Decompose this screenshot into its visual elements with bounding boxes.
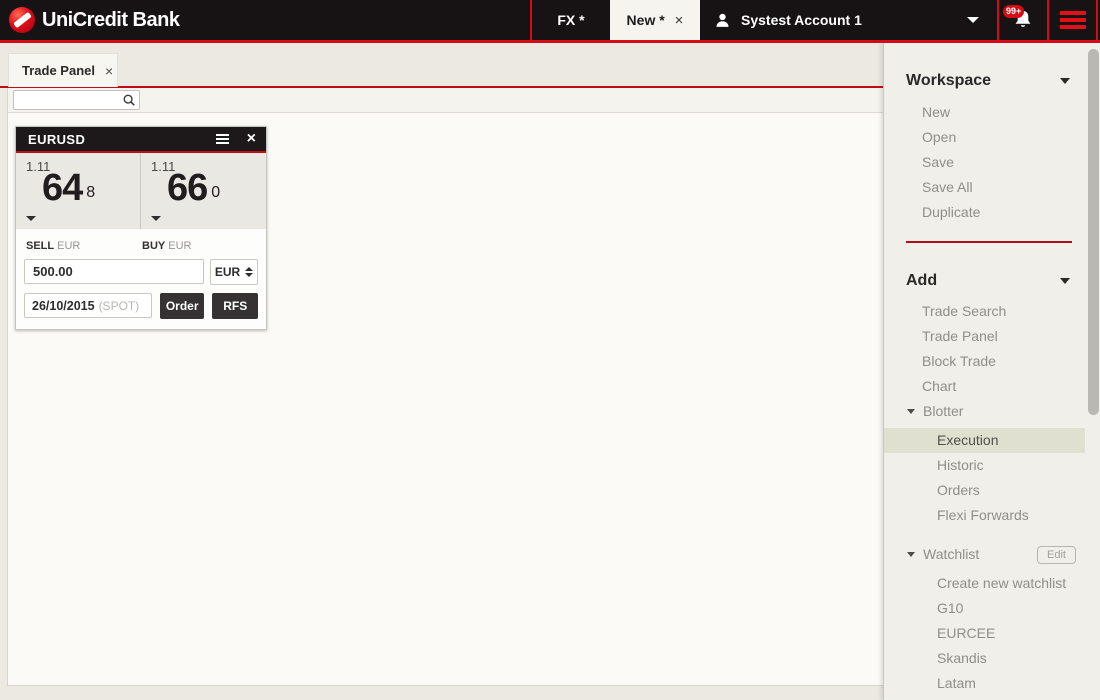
- add-section-title: Add: [906, 272, 937, 290]
- workspace-section-header[interactable]: Workspace: [884, 65, 1100, 97]
- search-icon: [122, 93, 136, 107]
- tab-trade-panel-label: Trade Panel: [22, 63, 95, 78]
- sidebar-group-watchlist[interactable]: Watchlist Edit: [884, 542, 1100, 567]
- sell-side-label: SELLEUR: [26, 240, 142, 252]
- sidebar-item-new[interactable]: New: [884, 100, 1100, 125]
- tenor-text: (SPOT): [99, 299, 140, 313]
- add-section-header[interactable]: Add: [884, 265, 1100, 297]
- amount-input[interactable]: [24, 259, 204, 284]
- brand-logo: UniCredit Bank: [9, 7, 179, 33]
- sidebar-scrollbar[interactable]: [1088, 49, 1099, 415]
- hamburger-menu-icon: [1060, 11, 1086, 29]
- sidebar-item-execution[interactable]: Execution: [884, 428, 1085, 453]
- sidebar-item-flexi-forwards[interactable]: Flexi Forwards: [884, 503, 1100, 528]
- buy-price-points: 66: [167, 167, 207, 209]
- rfs-button[interactable]: RFS: [212, 293, 258, 319]
- buy-action-text: BUY: [142, 240, 165, 252]
- workspace-tab-new-label: New *: [627, 12, 665, 28]
- logo-slash-shape: [13, 12, 32, 28]
- buy-side-label: BUYEUR: [142, 240, 258, 252]
- main-menu-button[interactable]: [1047, 0, 1098, 40]
- buy-price-button[interactable]: 1.11 660: [141, 153, 266, 229]
- close-icon[interactable]: ×: [247, 131, 256, 147]
- sidebar-item-duplicate[interactable]: Duplicate: [884, 200, 1100, 225]
- sell-price-button[interactable]: 1.11 648: [16, 153, 141, 229]
- instrument-search-box[interactable]: [13, 90, 140, 110]
- chevron-down-icon: [26, 216, 36, 221]
- spinner-icon: [245, 267, 253, 277]
- sell-action-text: SELL: [26, 240, 54, 252]
- sidebar-item-chart[interactable]: Chart: [884, 374, 1100, 399]
- add-section: Add Trade Search Trade Panel Block Trade…: [884, 265, 1100, 696]
- sidebar-item-historic[interactable]: Historic: [884, 453, 1100, 478]
- triangle-down-icon: [907, 409, 915, 414]
- tabs-accent-line: [0, 86, 884, 88]
- currency-pair-title: EURUSD: [28, 132, 216, 147]
- workspace-section: Workspace New Open Save Save All Duplica…: [884, 43, 1100, 225]
- value-date-text: 26/10/2015: [32, 299, 95, 313]
- workspace-section-title: Workspace: [906, 72, 991, 90]
- currency-select[interactable]: EUR: [210, 259, 258, 285]
- unicredit-logo-icon: [9, 7, 35, 33]
- sidebar-item-save[interactable]: Save: [884, 150, 1100, 175]
- chevron-down-icon: [967, 17, 979, 23]
- value-date-field[interactable]: 26/10/2015 (SPOT): [24, 293, 152, 318]
- buy-currency-text: EUR: [168, 240, 191, 252]
- main-content-panel: EURUSD × 1.11 648 1.11 660 SELL: [7, 88, 884, 686]
- blotter-group-label: Blotter: [923, 399, 963, 424]
- sidebar-item-create-new-watchlist[interactable]: Create new watchlist: [884, 571, 1100, 596]
- sidebar-item-latam[interactable]: Latam: [884, 671, 1100, 696]
- account-name: Systest Account 1: [741, 12, 862, 28]
- price-row: 1.11 648 1.11 660: [16, 153, 266, 229]
- search-input[interactable]: [14, 93, 122, 107]
- sidebar-item-save-all[interactable]: Save All: [884, 175, 1100, 200]
- edit-watchlist-button[interactable]: Edit: [1037, 546, 1076, 564]
- sidebar-item-open[interactable]: Open: [884, 125, 1100, 150]
- close-icon[interactable]: ×: [675, 12, 684, 29]
- notification-badge: 99+: [1003, 5, 1024, 18]
- user-icon: [714, 12, 731, 29]
- close-icon[interactable]: ×: [105, 63, 113, 79]
- sidebar-item-skandis[interactable]: Skandis: [884, 646, 1100, 671]
- sidebar-item-orders[interactable]: Orders: [884, 478, 1100, 503]
- sidebar-item-trade-search[interactable]: Trade Search: [884, 299, 1100, 324]
- notifications-button[interactable]: 99+: [997, 0, 1047, 40]
- tile-menu-icon[interactable]: [216, 134, 229, 144]
- date-row: 26/10/2015 (SPOT) Order RFS: [24, 293, 258, 319]
- sell-price-points: 64: [42, 167, 82, 209]
- buy-price-pip: 0: [211, 184, 220, 201]
- chevron-down-icon: [151, 216, 161, 221]
- sidebar-item-eurcee[interactable]: EURCEE: [884, 621, 1100, 646]
- sidebar-divider: [906, 241, 1072, 243]
- workspace-tab-fx[interactable]: FX *: [530, 0, 610, 40]
- top-bar: UniCredit Bank FX * New * × Systest Acco…: [0, 0, 1100, 40]
- workspace-tab-new[interactable]: New * ×: [610, 0, 700, 40]
- application-window: UniCredit Bank FX * New * × Systest Acco…: [0, 0, 1100, 700]
- chevron-down-icon: [1060, 78, 1070, 84]
- side-labels-row: SELLEUR BUYEUR: [16, 229, 266, 252]
- sell-price-pip: 8: [86, 184, 95, 201]
- sidebar-item-trade-panel[interactable]: Trade Panel: [884, 324, 1100, 349]
- top-accent-line: [0, 40, 1100, 43]
- sidebar-menu: Workspace New Open Save Save All Duplica…: [883, 43, 1100, 700]
- chevron-down-icon: [1060, 278, 1070, 284]
- workspace-tab-fx-label: FX *: [557, 12, 584, 28]
- watchlist-group-label: Watchlist: [923, 542, 979, 567]
- sidebar-group-blotter[interactable]: Blotter: [884, 399, 1100, 424]
- sell-currency-text: EUR: [57, 240, 80, 252]
- triangle-down-icon: [907, 552, 915, 557]
- sidebar-item-g10[interactable]: G10: [884, 596, 1100, 621]
- order-button[interactable]: Order: [160, 293, 205, 319]
- brand-name: UniCredit Bank: [42, 9, 179, 32]
- account-selector[interactable]: Systest Account 1: [700, 0, 997, 40]
- trade-tile-widget: EURUSD × 1.11 648 1.11 660 SELL: [15, 126, 267, 330]
- currency-select-value: EUR: [215, 265, 240, 279]
- amount-row: EUR: [24, 259, 258, 285]
- sidebar-item-block-trade[interactable]: Block Trade: [884, 349, 1100, 374]
- trade-tile-header: EURUSD ×: [16, 127, 266, 151]
- instrument-search-row: [8, 88, 883, 113]
- tab-trade-panel[interactable]: Trade Panel ×: [8, 53, 118, 87]
